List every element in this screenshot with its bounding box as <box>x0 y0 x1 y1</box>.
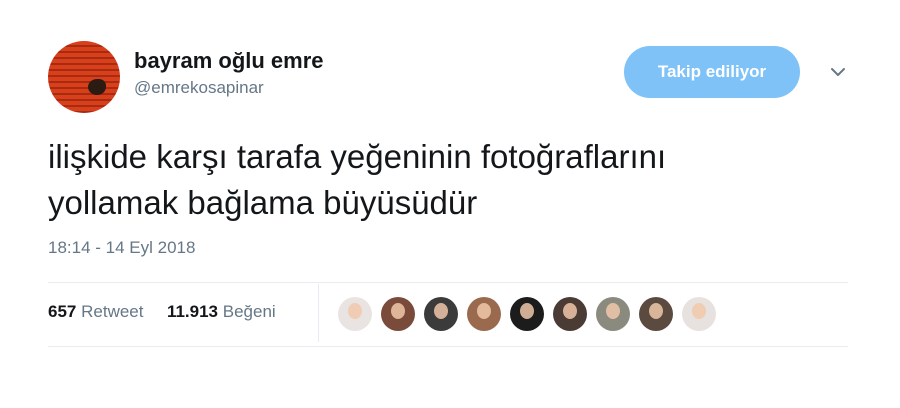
like-stat[interactable]: 11.913 Beğeni <box>167 302 276 321</box>
tweet-text-line: yollamak bağlama büyüsüdür <box>48 184 478 221</box>
tweet-timestamp[interactable]: 18:14 - 14 Eyl 2018 <box>48 238 195 258</box>
liker-avatar[interactable] <box>553 297 587 331</box>
like-count: 11.913 <box>166 302 219 321</box>
liker-avatar[interactable] <box>338 297 372 331</box>
liker-avatar[interactable] <box>682 297 716 331</box>
liker-avatar[interactable] <box>424 297 458 331</box>
liker-avatar[interactable] <box>596 297 630 331</box>
divider <box>48 346 848 347</box>
liker-avatar[interactable] <box>639 297 673 331</box>
retweet-count: 657 <box>48 302 77 321</box>
liker-avatar[interactable] <box>510 297 544 331</box>
likers-avatars <box>338 297 716 333</box>
liker-avatar[interactable] <box>467 297 501 331</box>
avatar-figure <box>88 79 106 95</box>
display-name[interactable]: bayram oğlu emre <box>134 48 324 74</box>
profile-avatar[interactable] <box>48 41 120 113</box>
liker-avatar[interactable] <box>381 297 415 331</box>
chevron-down-icon[interactable] <box>826 60 850 84</box>
divider <box>48 282 848 283</box>
tweet-text: ilişkide karşı tarafa yeğeninin fotoğraf… <box>48 134 848 226</box>
retweet-label: Retweet <box>81 302 144 321</box>
retweet-stat[interactable]: 657 Retweet <box>48 302 148 321</box>
user-handle[interactable]: @emrekosapinar <box>134 78 264 98</box>
tweet-stats: 657 Retweet 11.913 Beğeni <box>48 302 276 322</box>
tweet-text-line: ilişkide karşı tarafa yeğeninin fotoğraf… <box>48 138 667 175</box>
following-button[interactable]: Takip ediliyor <box>624 46 800 98</box>
like-label: Beğeni <box>222 302 276 321</box>
stats-separator <box>318 284 319 342</box>
